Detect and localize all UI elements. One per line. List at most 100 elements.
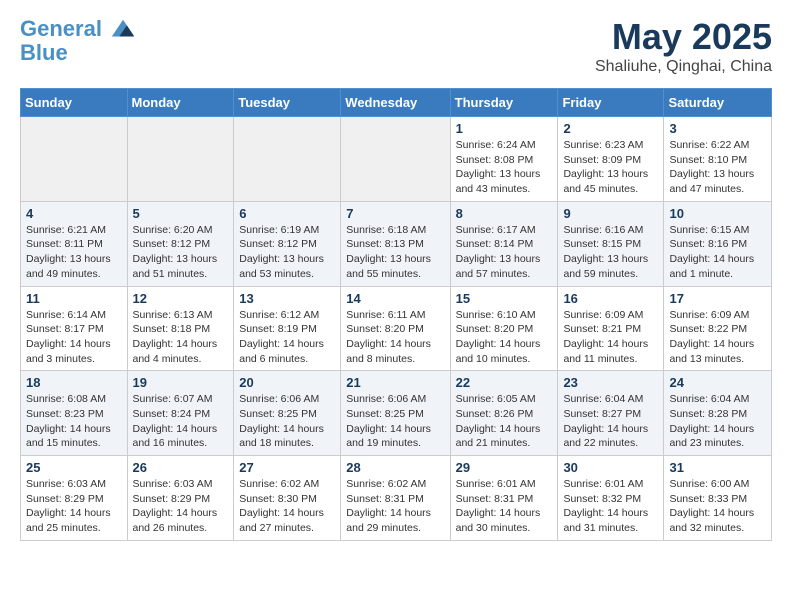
weekday-header: Saturday <box>664 89 772 117</box>
day-info: Sunrise: 6:24 AM Sunset: 8:08 PM Dayligh… <box>456 138 553 197</box>
day-info: Sunrise: 6:02 AM Sunset: 8:31 PM Dayligh… <box>346 477 444 536</box>
calendar-cell: 5 Sunrise: 6:20 AM Sunset: 8:12 PM Daylig… <box>127 201 234 286</box>
day-info: Sunrise: 6:03 AM Sunset: 8:29 PM Dayligh… <box>133 477 229 536</box>
calendar-cell: 23 Sunrise: 6:04 AM Sunset: 8:27 PM Dayli… <box>558 371 664 456</box>
day-number: 18 <box>26 375 122 390</box>
day-number: 15 <box>456 291 553 306</box>
day-number: 3 <box>669 121 766 136</box>
calendar-cell: 8Sunrise: 6:17 AM Sunset: 8:14 PM Daylig… <box>450 201 558 286</box>
calendar-cell: 17Sunrise: 6:09 AM Sunset: 8:22 PM Dayli… <box>664 286 772 371</box>
day-number: 4 <box>26 206 122 221</box>
day-number: 12 <box>133 291 229 306</box>
weekday-header: Sunday <box>21 89 128 117</box>
calendar-cell: 28 Sunrise: 6:02 AM Sunset: 8:31 PM Dayli… <box>341 456 450 541</box>
day-info: Sunrise: 6:06 AM Sunset: 8:25 PM Dayligh… <box>239 392 335 451</box>
day-info: Sunrise: 6:11 AM Sunset: 8:20 PM Dayligh… <box>346 308 444 367</box>
calendar-week-row: 25 Sunrise: 6:03 AM Sunset: 8:29 PM Dayli… <box>21 456 772 541</box>
calendar-cell <box>127 117 234 202</box>
weekday-header: Thursday <box>450 89 558 117</box>
day-info: Sunrise: 6:00 AM Sunset: 8:33 PM Dayligh… <box>669 477 766 536</box>
day-number: 24 <box>669 375 766 390</box>
calendar-cell: 4 Sunrise: 6:21 AM Sunset: 8:11 PM Daylig… <box>21 201 128 286</box>
logo-icon <box>110 16 138 44</box>
day-info: Sunrise: 6:01 AM Sunset: 8:31 PM Dayligh… <box>456 477 553 536</box>
day-number: 10 <box>669 206 766 221</box>
header: General Blue May 2025 Shaliuhe, Qinghai,… <box>20 16 772 76</box>
day-info: Sunrise: 6:16 AM Sunset: 8:15 PM Dayligh… <box>563 223 658 282</box>
day-info: Sunrise: 6:03 AM Sunset: 8:29 PM Dayligh… <box>26 477 122 536</box>
calendar-cell: 24 Sunrise: 6:04 AM Sunset: 8:28 PM Dayli… <box>664 371 772 456</box>
day-number: 25 <box>26 460 122 475</box>
day-number: 6 <box>239 206 335 221</box>
day-info: Sunrise: 6:06 AM Sunset: 8:25 PM Dayligh… <box>346 392 444 451</box>
month-title: May 2025 <box>595 16 772 58</box>
calendar-cell: 12Sunrise: 6:13 AM Sunset: 8:18 PM Dayli… <box>127 286 234 371</box>
calendar-cell: 26 Sunrise: 6:03 AM Sunset: 8:29 PM Dayli… <box>127 456 234 541</box>
calendar-cell: 2Sunrise: 6:23 AM Sunset: 8:09 PM Daylig… <box>558 117 664 202</box>
day-info: Sunrise: 6:04 AM Sunset: 8:28 PM Dayligh… <box>669 392 766 451</box>
day-info: Sunrise: 6:21 AM Sunset: 8:11 PM Dayligh… <box>26 223 122 282</box>
day-number: 19 <box>133 375 229 390</box>
day-info: Sunrise: 6:01 AM Sunset: 8:32 PM Dayligh… <box>563 477 658 536</box>
day-number: 11 <box>26 291 122 306</box>
calendar-cell: 11Sunrise: 6:14 AM Sunset: 8:17 PM Dayli… <box>21 286 128 371</box>
day-info: Sunrise: 6:10 AM Sunset: 8:20 PM Dayligh… <box>456 308 553 367</box>
day-info: Sunrise: 6:19 AM Sunset: 8:12 PM Dayligh… <box>239 223 335 282</box>
day-info: Sunrise: 6:07 AM Sunset: 8:24 PM Dayligh… <box>133 392 229 451</box>
calendar-cell: 1 Sunrise: 6:24 AM Sunset: 8:08 PM Daylig… <box>450 117 558 202</box>
calendar-cell: 9Sunrise: 6:16 AM Sunset: 8:15 PM Daylig… <box>558 201 664 286</box>
logo: General Blue <box>20 16 138 66</box>
calendar-cell: 10 Sunrise: 6:15 AM Sunset: 8:16 PM Dayli… <box>664 201 772 286</box>
weekday-header: Wednesday <box>341 89 450 117</box>
day-number: 26 <box>133 460 229 475</box>
calendar-cell: 18 Sunrise: 6:08 AM Sunset: 8:23 PM Dayli… <box>21 371 128 456</box>
calendar-cell: 14 Sunrise: 6:11 AM Sunset: 8:20 PM Dayli… <box>341 286 450 371</box>
day-info: Sunrise: 6:02 AM Sunset: 8:30 PM Dayligh… <box>239 477 335 536</box>
day-number: 1 <box>456 121 553 136</box>
page: General Blue May 2025 Shaliuhe, Qinghai,… <box>0 0 792 557</box>
day-number: 22 <box>456 375 553 390</box>
calendar: SundayMondayTuesdayWednesdayThursdayFrid… <box>20 88 772 541</box>
calendar-cell: 6 Sunrise: 6:19 AM Sunset: 8:12 PM Daylig… <box>234 201 341 286</box>
day-number: 14 <box>346 291 444 306</box>
calendar-cell: 30 Sunrise: 6:01 AM Sunset: 8:32 PM Dayli… <box>558 456 664 541</box>
title-block: May 2025 Shaliuhe, Qinghai, China <box>595 16 772 76</box>
calendar-cell: 7Sunrise: 6:18 AM Sunset: 8:13 PM Daylig… <box>341 201 450 286</box>
day-info: Sunrise: 6:23 AM Sunset: 8:09 PM Dayligh… <box>563 138 658 197</box>
day-info: Sunrise: 6:22 AM Sunset: 8:10 PM Dayligh… <box>669 138 766 197</box>
day-info: Sunrise: 6:04 AM Sunset: 8:27 PM Dayligh… <box>563 392 658 451</box>
calendar-cell: 16 Sunrise: 6:09 AM Sunset: 8:21 PM Dayli… <box>558 286 664 371</box>
calendar-cell <box>234 117 341 202</box>
calendar-cell: 15 Sunrise: 6:10 AM Sunset: 8:20 PM Dayli… <box>450 286 558 371</box>
day-info: Sunrise: 6:09 AM Sunset: 8:22 PM Dayligh… <box>669 308 766 367</box>
day-number: 29 <box>456 460 553 475</box>
calendar-cell: 3 Sunrise: 6:22 AM Sunset: 8:10 PM Daylig… <box>664 117 772 202</box>
day-info: Sunrise: 6:20 AM Sunset: 8:12 PM Dayligh… <box>133 223 229 282</box>
logo-general: General <box>20 16 102 41</box>
calendar-cell <box>341 117 450 202</box>
day-info: Sunrise: 6:18 AM Sunset: 8:13 PM Dayligh… <box>346 223 444 282</box>
calendar-cell: 19 Sunrise: 6:07 AM Sunset: 8:24 PM Dayli… <box>127 371 234 456</box>
calendar-week-row: 18 Sunrise: 6:08 AM Sunset: 8:23 PM Dayli… <box>21 371 772 456</box>
weekday-header: Friday <box>558 89 664 117</box>
day-number: 28 <box>346 460 444 475</box>
calendar-header-row: SundayMondayTuesdayWednesdayThursdayFrid… <box>21 89 772 117</box>
day-number: 13 <box>239 291 335 306</box>
day-info: Sunrise: 6:09 AM Sunset: 8:21 PM Dayligh… <box>563 308 658 367</box>
calendar-cell <box>21 117 128 202</box>
day-number: 20 <box>239 375 335 390</box>
day-number: 30 <box>563 460 658 475</box>
calendar-cell: 31 Sunrise: 6:00 AM Sunset: 8:33 PM Dayli… <box>664 456 772 541</box>
day-number: 23 <box>563 375 658 390</box>
calendar-cell: 21 Sunrise: 6:06 AM Sunset: 8:25 PM Dayli… <box>341 371 450 456</box>
calendar-cell: 20 Sunrise: 6:06 AM Sunset: 8:25 PM Dayli… <box>234 371 341 456</box>
day-info: Sunrise: 6:08 AM Sunset: 8:23 PM Dayligh… <box>26 392 122 451</box>
day-number: 31 <box>669 460 766 475</box>
calendar-cell: 25 Sunrise: 6:03 AM Sunset: 8:29 PM Dayli… <box>21 456 128 541</box>
day-number: 16 <box>563 291 658 306</box>
day-info: Sunrise: 6:17 AM Sunset: 8:14 PM Dayligh… <box>456 223 553 282</box>
day-number: 5 <box>133 206 229 221</box>
day-number: 21 <box>346 375 444 390</box>
calendar-cell: 22Sunrise: 6:05 AM Sunset: 8:26 PM Dayli… <box>450 371 558 456</box>
day-info: Sunrise: 6:15 AM Sunset: 8:16 PM Dayligh… <box>669 223 766 282</box>
